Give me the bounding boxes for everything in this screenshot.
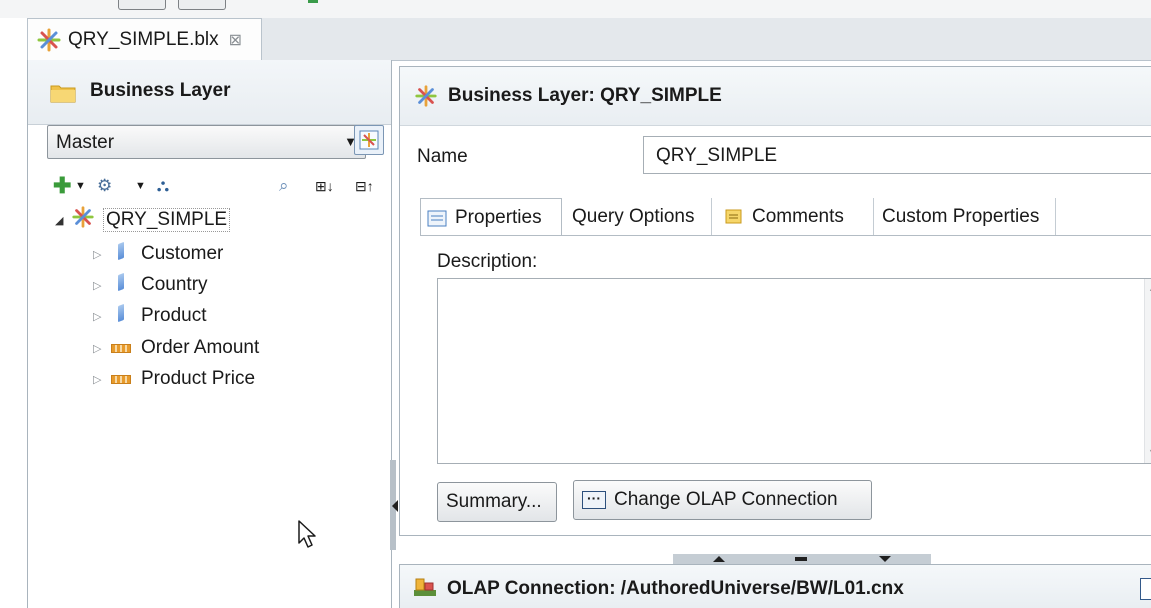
properties-tab-body: Description: ▲ ▼ Summary... ··· Change O… <box>420 235 1151 536</box>
tab-comments[interactable]: Comments <box>718 198 874 236</box>
folder-icon <box>50 85 76 103</box>
expand-arrow-icon[interactable]: ▷ <box>93 373 107 386</box>
view-select-value: Master <box>56 132 115 153</box>
change-olap-connection-label: Change OLAP Connection <box>614 489 838 510</box>
tree-item[interactable]: ▷ Country <box>93 271 208 299</box>
description-textarea[interactable]: ▲ ▼ <box>437 278 1151 464</box>
summary-button-label: Summary... <box>446 491 542 512</box>
measure-icon <box>107 368 135 390</box>
toolbar-button-stub[interactable] <box>118 0 166 10</box>
restore-icon[interactable] <box>795 557 807 561</box>
expand-arrow-icon[interactable]: ▷ <box>93 279 107 292</box>
tab-label: Comments <box>752 206 844 227</box>
collapse-all-icon[interactable]: ⊟↑ <box>355 172 374 200</box>
tree-item-label: Product <box>141 305 207 326</box>
top-toolbar-strip <box>0 0 1151 18</box>
dimension-icon <box>107 241 135 265</box>
expand-arrow-icon[interactable]: ▷ <box>93 310 107 323</box>
tree-item-label: Order Amount <box>141 337 260 358</box>
find-binoculars-icon[interactable]: ⛬ <box>157 172 169 200</box>
dimension-icon <box>107 272 135 296</box>
toolbar-indicator <box>308 0 318 3</box>
dimension-icon <box>107 303 135 327</box>
editor-tab-label: QRY_SIMPLE.blx <box>68 29 219 50</box>
olap-connection-icon <box>414 578 436 596</box>
description-scrollbar[interactable]: ▲ ▼ <box>1144 279 1151 463</box>
expand-all-icon[interactable]: ⊞↓ <box>315 172 334 200</box>
olap-connection-panel: OLAP Connection: /AuthoredUniverse/BW/L0… <box>399 564 1151 608</box>
add-icon[interactable]: ✚ <box>53 172 71 200</box>
search-icon[interactable]: ⌕ <box>279 172 289 200</box>
tree-item[interactable]: ▷ Product Price <box>93 365 255 393</box>
tree-root[interactable]: ◢ QRY_SIMPLE <box>55 205 231 235</box>
panel-action-button[interactable] <box>1140 578 1151 600</box>
tab-label: Query Options <box>572 206 695 227</box>
view-settings-icon <box>359 130 379 150</box>
minimize-down-arrow-icon[interactable] <box>879 556 891 562</box>
add-dropdown-icon[interactable]: ▼ <box>75 172 86 200</box>
collapse-left-arrow-icon[interactable] <box>392 500 398 512</box>
properties-icon <box>427 210 447 226</box>
olap-connection-title: OLAP Connection: /AuthoredUniverse/BW/L0… <box>447 578 904 599</box>
tab-label: Custom Properties <box>882 206 1040 227</box>
tree-item-label: Product Price <box>141 368 256 389</box>
business-layer-editor: Business Layer: QRY_SIMPLE Name QRY_SIMP… <box>399 66 1151 536</box>
toolbar-button-stub[interactable] <box>178 0 226 10</box>
tree-item[interactable]: ▷ Product <box>93 302 206 330</box>
mouse-cursor-icon <box>298 520 316 548</box>
tree-root-label: QRY_SIMPLE <box>103 208 231 232</box>
business-layer-icon <box>415 85 437 107</box>
tools-icon[interactable]: ⚙ <box>97 172 112 200</box>
description-label: Description: <box>437 251 538 272</box>
panel-header: Business Layer <box>28 60 391 125</box>
tree-toolbar: ✚ ▼ ⚙ ▼ ⛬ ⌕ ⊞↓ ⊟↑ <box>47 172 387 200</box>
collapse-arrow-icon[interactable]: ◢ <box>55 214 69 227</box>
name-label: Name <box>417 146 468 167</box>
tab-custom-properties[interactable]: Custom Properties <box>876 198 1056 236</box>
expand-arrow-icon[interactable]: ▷ <box>93 342 107 355</box>
maximize-up-arrow-icon[interactable] <box>713 556 725 562</box>
tab-query-options[interactable]: Query Options <box>566 198 712 236</box>
business-layer-icon <box>37 28 61 52</box>
view-settings-button[interactable] <box>354 125 384 155</box>
editor-header: Business Layer: QRY_SIMPLE <box>400 67 1151 126</box>
tree-item-label: Customer <box>141 243 224 264</box>
tree-item-label: Country <box>141 274 208 295</box>
editor-tabs: Properties Query Options Comments Custom… <box>420 198 1151 236</box>
name-field[interactable]: QRY_SIMPLE <box>643 136 1151 174</box>
tab-properties[interactable]: Properties <box>420 198 562 236</box>
comments-icon <box>725 209 742 224</box>
summary-button[interactable]: Summary... <box>437 482 557 522</box>
business-layer-icon <box>69 205 97 235</box>
tab-label: Properties <box>455 206 542 228</box>
editor-title: Business Layer: QRY_SIMPLE <box>448 85 722 106</box>
horizontal-splitter[interactable] <box>673 554 931 564</box>
tree-item[interactable]: ▷ Order Amount <box>93 334 259 362</box>
panel-title: Business Layer <box>90 80 231 101</box>
tree-item[interactable]: ▷ Customer <box>93 240 223 268</box>
close-icon[interactable]: ⊠ <box>229 30 242 50</box>
expand-arrow-icon[interactable]: ▷ <box>93 248 107 261</box>
change-olap-connection-button[interactable]: ··· Change OLAP Connection <box>573 480 872 520</box>
ellipsis-icon: ··· <box>582 491 606 509</box>
editor-tab-qry-simple[interactable]: QRY_SIMPLE.blx ⊠ <box>27 18 262 61</box>
tools-dropdown-icon[interactable]: ▼ <box>135 172 146 200</box>
measure-icon <box>107 337 135 359</box>
view-select[interactable]: Master ▼ <box>47 125 366 159</box>
